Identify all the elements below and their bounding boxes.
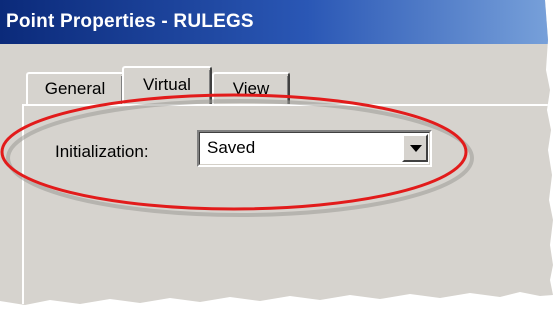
initialization-dropdown[interactable]: Saved	[197, 130, 432, 167]
tab-virtual-label: Virtual	[143, 75, 191, 94]
tab-view[interactable]: View	[212, 72, 290, 104]
tab-strip: General Virtual View	[26, 66, 546, 104]
tab-view-label: View	[232, 79, 270, 98]
dropdown-button[interactable]	[402, 134, 428, 162]
tab-general-label: General	[44, 79, 106, 98]
initialization-label: Initialization:	[55, 142, 149, 161]
chevron-down-icon	[410, 145, 422, 152]
tab-virtual[interactable]: Virtual	[122, 66, 212, 104]
initialization-selected-value: Saved	[207, 138, 256, 157]
title-bar[interactable]: Point Properties - RULEGS	[0, 0, 553, 44]
tab-divider	[209, 70, 210, 104]
tab-divider	[287, 76, 288, 104]
window-title: Point Properties - RULEGS	[6, 11, 254, 32]
tab-general[interactable]: General	[26, 72, 124, 104]
point-properties-dialog: Point Properties - RULEGS General Virtua…	[0, 0, 553, 305]
screenshot-stage: Point Properties - RULEGS General Virtua…	[0, 0, 558, 335]
